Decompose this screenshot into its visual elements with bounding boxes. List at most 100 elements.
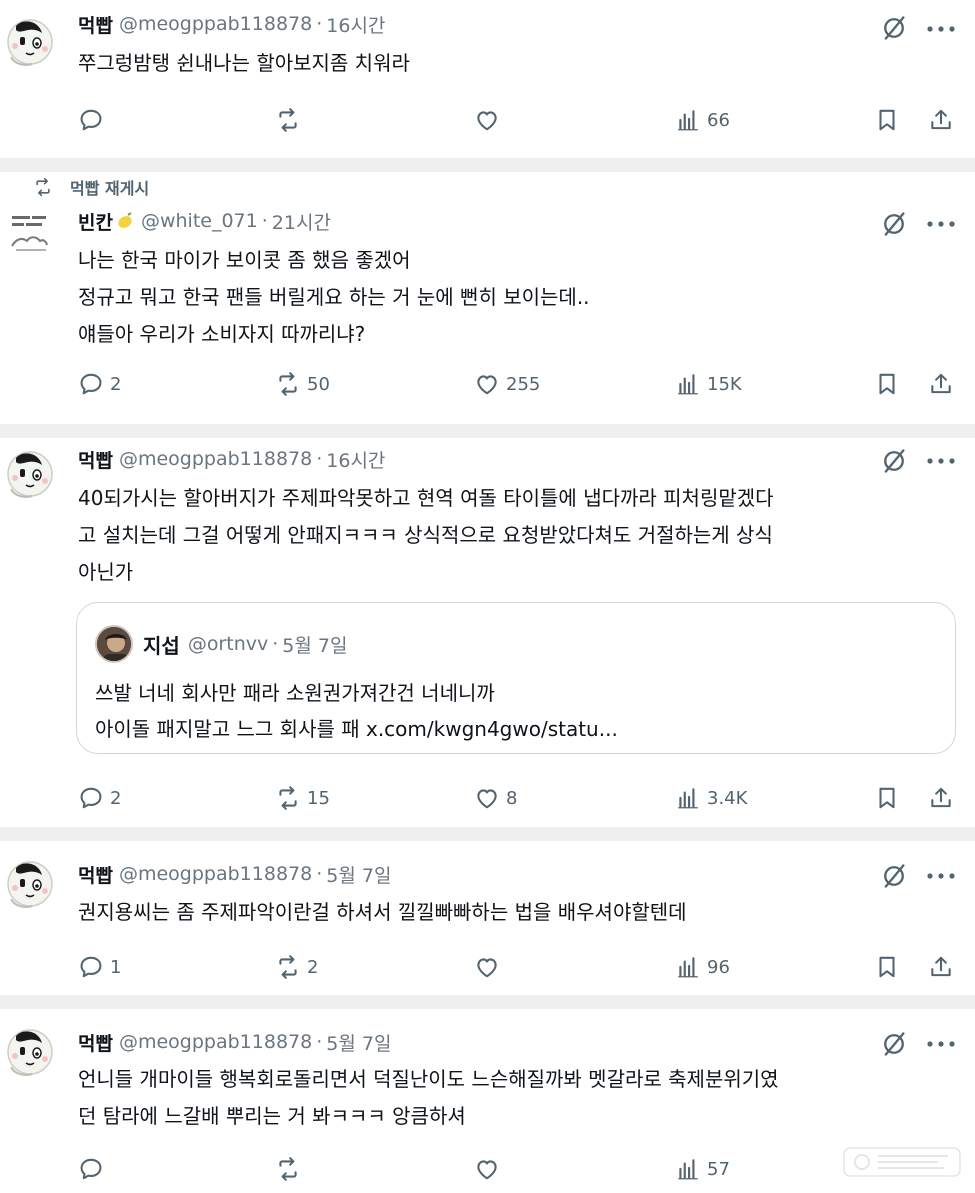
bookmark-button[interactable] [874, 103, 900, 137]
author-name[interactable]: 먹빱 [78, 1029, 113, 1056]
views-button[interactable]: 96 [675, 950, 730, 984]
avatar[interactable] [2, 206, 58, 262]
bookmark-button[interactable] [874, 781, 900, 815]
author-handle[interactable]: @meogppab118878 [119, 13, 312, 35]
like-button[interactable] [474, 1152, 506, 1186]
views-button[interactable]: 15K [675, 367, 742, 401]
heart-icon [474, 1156, 500, 1182]
author-handle[interactable]: @white_071 [141, 210, 258, 232]
view-count: 15K [707, 373, 742, 395]
avatar[interactable] [2, 1023, 58, 1079]
meta-dot: · [316, 448, 323, 470]
reply-icon [78, 371, 104, 397]
post-time[interactable]: 16시간 [326, 11, 385, 38]
repost-button[interactable]: 50 [275, 367, 330, 401]
author-name[interactable]: 먹빱 [78, 861, 113, 888]
post-time[interactable]: 16시간 [326, 446, 385, 473]
like-button[interactable] [474, 103, 506, 137]
share-button[interactable] [928, 781, 954, 815]
quoted-post-meta: 지섭 @ortnvv · 5월 7일 [95, 625, 348, 663]
avatar[interactable] [2, 855, 58, 911]
post-text-line: 권지용씨는 좀 주제파악이란걸 하셔서 낄낄빠빠하는 법을 배우셔야할텐데 [78, 900, 687, 924]
post-text: 40되가시는 할아버지가 주제파악못하고 현역 여돌 타이틀에 냅다까라 피처링… [78, 480, 968, 591]
post-meta: 먹빱 @meogppab118878 · 16시간 [78, 444, 385, 474]
grok-icon[interactable] [880, 210, 908, 238]
lemon-emoji-icon [118, 212, 132, 228]
like-button[interactable]: 8 [474, 781, 517, 815]
post-4[interactable]: 먹빱 @meogppab118878 · 5월 7일 권지용씨는 좀 주제파악이… [0, 841, 975, 995]
share-icon [928, 371, 954, 397]
meta-dot: · [261, 210, 268, 232]
post-separator [0, 158, 975, 172]
author-handle[interactable]: @meogppab118878 [119, 1031, 312, 1053]
more-options-icon[interactable] [926, 1039, 956, 1049]
author-handle[interactable]: @meogppab118878 [119, 863, 312, 885]
share-button[interactable] [928, 103, 954, 137]
more-options-icon[interactable] [926, 219, 956, 229]
quoted-post-time: 5월 7일 [282, 634, 348, 657]
post-time[interactable]: 5월 7일 [326, 861, 391, 888]
watermark-icon [843, 1147, 961, 1177]
post-time[interactable]: 5월 7일 [326, 1029, 391, 1056]
repost-button[interactable]: 15 [275, 781, 330, 815]
meta-dot: · [316, 13, 323, 35]
post-3[interactable]: 먹빱 @meogppab118878 · 16시간 40되가시는 할아버지가 주… [0, 438, 975, 827]
author-handle[interactable]: @meogppab118878 [119, 448, 312, 470]
reply-button[interactable] [78, 103, 110, 137]
views-icon [675, 954, 701, 980]
reply-button[interactable]: 2 [78, 781, 121, 815]
author-name[interactable]: 먹빱 [78, 446, 113, 473]
meta-dot: · [316, 863, 323, 885]
more-options-icon[interactable] [926, 871, 956, 881]
views-button[interactable]: 3.4K [675, 781, 747, 815]
post-2[interactable]: 먹빱 재게시 빈칸 @white_071 · 21시간 나는 한국 마이가 보이… [0, 172, 975, 424]
avatar[interactable] [2, 13, 58, 69]
reply-count: 2 [110, 373, 122, 395]
bookmark-button[interactable] [874, 367, 900, 401]
author-name[interactable]: 먹빱 [78, 11, 113, 38]
quoted-author-handle[interactable]: @ortnvv [188, 633, 268, 655]
reply-button[interactable]: 1 [78, 950, 121, 984]
repost-button[interactable] [275, 103, 307, 137]
grok-icon[interactable] [880, 1030, 908, 1058]
post-actions: 66 [0, 103, 975, 137]
repost-count: 50 [307, 373, 330, 395]
grok-icon[interactable] [880, 447, 908, 475]
repost-button[interactable]: 2 [275, 950, 318, 984]
share-button[interactable] [928, 367, 954, 401]
more-options-icon[interactable] [926, 456, 956, 466]
more-options-icon[interactable] [926, 24, 956, 34]
bookmark-button[interactable] [874, 950, 900, 984]
quoted-text-line[interactable]: 아이돌 패지말고 느그 회사를 패 x.com/kwgn4gwo/statu..… [95, 711, 618, 747]
bookmark-icon [874, 785, 900, 811]
like-count: 255 [506, 373, 541, 395]
share-button[interactable] [928, 950, 954, 984]
post-actions: 2 15 8 3.4K [0, 781, 975, 815]
views-icon [675, 1156, 701, 1182]
quoted-author-name[interactable]: 지섭 [143, 630, 180, 659]
repost-icon [275, 371, 301, 397]
reply-button[interactable] [78, 1152, 110, 1186]
repost-icon [275, 954, 301, 980]
quoted-post[interactable]: 지섭 @ortnvv · 5월 7일 쓰발 너네 회사만 패라 소원권가져간건 … [76, 602, 956, 754]
views-button[interactable]: 66 [675, 103, 730, 137]
avatar[interactable] [2, 445, 58, 501]
post-5[interactable]: 먹빱 @meogppab118878 · 5월 7일 언니들 개마이들 행복회로… [0, 1009, 975, 1193]
grok-icon[interactable] [880, 14, 908, 42]
quoted-avatar[interactable] [95, 625, 133, 663]
repost-indicator[interactable]: 먹빱 재게시 [30, 174, 149, 200]
reply-button[interactable]: 2 [78, 367, 121, 401]
grok-icon[interactable] [880, 862, 908, 890]
share-icon [928, 107, 954, 133]
bookmark-icon [874, 954, 900, 980]
like-button[interactable] [474, 950, 506, 984]
author-name[interactable]: 빈칸 [78, 208, 113, 235]
person-photo-icon [97, 627, 131, 661]
like-button[interactable]: 255 [474, 367, 540, 401]
post-time[interactable]: 21시간 [272, 208, 331, 235]
post-1[interactable]: 먹빱 @meogppab118878 · 16시간 쭈그렁밤탱 쉰내나는 할아보… [0, 0, 975, 158]
views-button[interactable]: 57 [675, 1152, 730, 1186]
view-count: 96 [707, 956, 730, 978]
post-text-line: 고 설치는데 그걸 어떻게 안패지ㅋㅋㅋ 상식적으로 요청받았다쳐도 거절하는게… [78, 523, 773, 547]
repost-button[interactable] [275, 1152, 307, 1186]
